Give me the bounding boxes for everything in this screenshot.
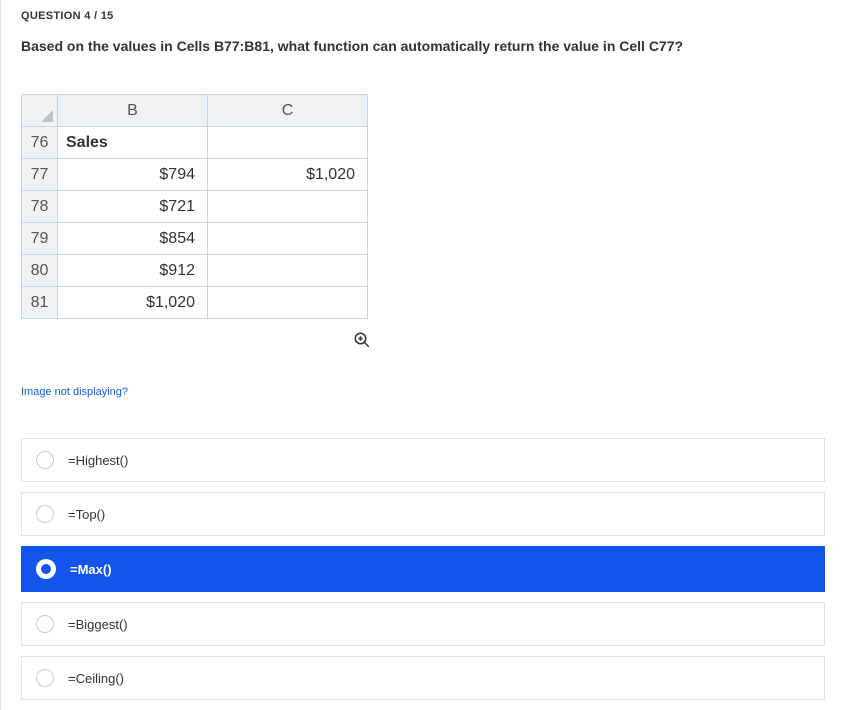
cell-c78 xyxy=(208,191,368,223)
option-top[interactable]: =Top() xyxy=(21,492,825,536)
row-header: 78 xyxy=(22,191,58,223)
option-label: =Ceiling() xyxy=(68,671,124,686)
question-counter: QUESTION 4 / 15 xyxy=(21,10,825,22)
table-row: 78 $721 xyxy=(22,191,368,223)
cell-c80 xyxy=(208,255,368,287)
table-row: 79 $854 xyxy=(22,223,368,255)
table-row: 81 $1,020 xyxy=(22,287,368,319)
col-header-c: C xyxy=(208,95,368,127)
cell-c81 xyxy=(208,287,368,319)
radio-icon xyxy=(36,451,54,469)
cell-b81: $1,020 xyxy=(58,287,208,319)
zoom-in-icon[interactable] xyxy=(353,331,371,354)
option-label: =Max() xyxy=(70,562,112,577)
row-header: 80 xyxy=(22,255,58,287)
table-row: 76 Sales xyxy=(22,127,368,159)
cell-b79: $854 xyxy=(58,223,208,255)
row-header: 81 xyxy=(22,287,58,319)
corner-header xyxy=(22,95,58,127)
table-row: 77 $794 $1,020 xyxy=(22,159,368,191)
option-label: =Highest() xyxy=(68,453,128,468)
table-row: 80 $912 xyxy=(22,255,368,287)
option-max[interactable]: =Max() xyxy=(21,546,825,592)
row-header: 76 xyxy=(22,127,58,159)
option-label: =Biggest() xyxy=(68,617,128,632)
option-label: =Top() xyxy=(68,507,105,522)
cell-b77: $794 xyxy=(58,159,208,191)
col-header-b: B xyxy=(58,95,208,127)
spreadsheet-image: B C 76 Sales 77 $794 $1,020 78 $721 79 xyxy=(21,94,825,354)
select-all-triangle-icon xyxy=(41,110,53,122)
spreadsheet-table: B C 76 Sales 77 $794 $1,020 78 $721 79 xyxy=(21,94,368,319)
radio-icon xyxy=(36,615,54,633)
radio-selected-icon xyxy=(36,559,56,579)
answer-options: =Highest() =Top() =Max() =Biggest() =Cei… xyxy=(21,438,825,700)
option-biggest[interactable]: =Biggest() xyxy=(21,602,825,646)
radio-icon xyxy=(36,505,54,523)
row-header: 79 xyxy=(22,223,58,255)
cell-c79 xyxy=(208,223,368,255)
row-header: 77 xyxy=(22,159,58,191)
cell-b76: Sales xyxy=(58,127,208,159)
image-not-displaying-link[interactable]: Image not displaying? xyxy=(21,386,128,398)
cell-c77: $1,020 xyxy=(208,159,368,191)
cell-c76 xyxy=(208,127,368,159)
option-ceiling[interactable]: =Ceiling() xyxy=(21,656,825,700)
cell-b78: $721 xyxy=(58,191,208,223)
radio-icon xyxy=(36,669,54,687)
option-highest[interactable]: =Highest() xyxy=(21,438,825,482)
cell-b80: $912 xyxy=(58,255,208,287)
question-text: Based on the values in Cells B77:B81, wh… xyxy=(21,38,825,54)
